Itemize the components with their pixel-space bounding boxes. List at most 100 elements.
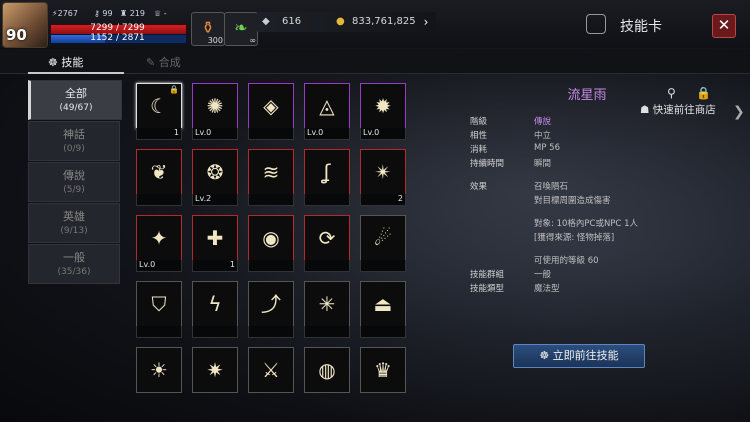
skill-card-frame: ◬ bbox=[304, 83, 350, 129]
skill-card[interactable]: ✹ Lv.0 bbox=[360, 83, 406, 141]
skill-card-info: Lv.0 bbox=[304, 128, 350, 140]
attribute-value: MP 56 bbox=[534, 143, 560, 153]
category-name: 全部 bbox=[65, 87, 87, 100]
lightning-icon: ϟ bbox=[208, 292, 222, 316]
card-level: Lv.2 bbox=[195, 194, 212, 203]
category-legendary[interactable]: 傳說 (5/9) bbox=[28, 162, 120, 202]
skill-card-frame: ⚔ bbox=[248, 347, 294, 393]
skill-card-info bbox=[248, 128, 294, 140]
attribute-key: 階級 bbox=[470, 117, 488, 127]
gold-count: 833,761,825 bbox=[352, 16, 416, 27]
category-count: (49/67) bbox=[59, 103, 93, 113]
tab-skills-label: 技能 bbox=[61, 56, 84, 69]
skill-card-icon bbox=[586, 14, 606, 34]
mask-icon: ☄ bbox=[374, 226, 392, 250]
skill-card[interactable]: ✦ Lv.0 bbox=[136, 215, 182, 273]
potion-slot[interactable]: ⚱ 300 bbox=[191, 12, 225, 46]
hp-text: 7299 / 7299 bbox=[90, 23, 145, 33]
skill-card-frame: ✳ bbox=[304, 281, 350, 327]
gear-burst-icon: ✷ bbox=[206, 358, 224, 382]
skill-card[interactable]: ❂ Lv.2 bbox=[192, 149, 238, 207]
category-count: (5/9) bbox=[63, 185, 85, 195]
leaf-slot[interactable]: ❧ ∞ bbox=[224, 12, 258, 46]
tab-bar: ☸ 技能 ✎ 合成 ☗ 快速前往商店 bbox=[0, 49, 750, 116]
skill-card[interactable]: ✳ bbox=[304, 281, 350, 339]
attribute-value: 傳說 bbox=[534, 117, 552, 127]
skill-card-frame: ✷ bbox=[192, 347, 238, 393]
skill-card-info: Lv.2 bbox=[192, 194, 238, 206]
skill-card-frame: ✹ bbox=[360, 83, 406, 129]
search-icon[interactable]: ⚲ bbox=[667, 86, 676, 100]
attribute-value: 一般 bbox=[534, 270, 552, 280]
resource-expand-button[interactable]: › bbox=[418, 14, 434, 30]
category-all[interactable]: 全部 (49/67) bbox=[28, 80, 122, 120]
skill-card[interactable]: ⚔ bbox=[248, 347, 294, 405]
lock-icon[interactable]: 🔒 bbox=[696, 86, 711, 100]
skill-card-frame: ⏏ bbox=[360, 281, 406, 327]
category-count: (9/13) bbox=[60, 226, 88, 236]
skill-card[interactable]: ⟳ bbox=[304, 215, 350, 273]
skill-card[interactable]: ✺ Lv.0 bbox=[192, 83, 238, 141]
skill-card[interactable]: ◈ bbox=[248, 83, 294, 141]
flame-curl-icon: ʆ bbox=[323, 160, 331, 184]
skill-card-frame: ⛉ bbox=[136, 281, 182, 327]
skill-card-info: Lv.0 bbox=[192, 128, 238, 140]
sun-icon: ☀ bbox=[150, 358, 168, 382]
skill-card[interactable]: ⏏ bbox=[360, 281, 406, 339]
skill-card[interactable]: ♛ bbox=[360, 347, 406, 405]
skill-card-frame: ♛ bbox=[360, 347, 406, 393]
attribute-value: [獲得來源: 怪物掉落] bbox=[534, 233, 615, 243]
attribute-key: 持續時間 bbox=[470, 159, 505, 169]
skill-card[interactable]: ☄ bbox=[360, 215, 406, 273]
side-menu-icon[interactable]: ❯ bbox=[733, 104, 749, 132]
top-bar: 90 ⚡2767 ⚷ 99 ♜ 219 ♕ - 7299 / 7299 1152… bbox=[0, 0, 750, 48]
crystal-count: 616 bbox=[282, 16, 302, 27]
skill-card-frame: ʆ bbox=[304, 149, 350, 195]
skill-card-info bbox=[248, 260, 294, 272]
active-tab-indicator bbox=[28, 72, 124, 74]
card-level: Lv.0 bbox=[139, 260, 156, 269]
card-count: 2 bbox=[397, 194, 403, 203]
skill-tab-icon: ☸ bbox=[48, 56, 62, 69]
category-name: 傳說 bbox=[63, 169, 85, 182]
category-mythic[interactable]: 神話 (0/9) bbox=[28, 121, 120, 161]
tab-synthesis[interactable]: ✎ 合成 bbox=[146, 54, 181, 70]
skill-card[interactable]: ❦ bbox=[136, 149, 182, 207]
skill-card-frame: ✴ bbox=[360, 149, 406, 195]
card-count: 1 bbox=[229, 260, 235, 269]
category-hero[interactable]: 英雄 (9/13) bbox=[28, 203, 120, 243]
skill-card[interactable]: ✴ 2 bbox=[360, 149, 406, 207]
go-to-skill-button[interactable]: ☸ 立即前往技能 bbox=[513, 344, 645, 368]
close-button[interactable]: ✕ bbox=[712, 14, 736, 38]
skill-card-frame: ϟ bbox=[192, 281, 238, 327]
attribute-key: 相性 bbox=[470, 131, 488, 141]
lotus-emblem-icon: ❂ bbox=[206, 160, 224, 184]
skill-card-info bbox=[304, 194, 350, 206]
skill-detail-panel: 流星雨 ⚲ 🔒 階級 傳說 相性 中立 消耗 MP 56 持續時間 瞬間 效果 召喚隕石 對目標周圍… bbox=[462, 78, 722, 378]
skill-card[interactable]: ◉ bbox=[248, 215, 294, 273]
skill-card-frame: ✚ bbox=[192, 215, 238, 261]
tab-skills[interactable]: ☸ 技能 bbox=[48, 54, 83, 70]
skill-card-frame: ✺ bbox=[192, 83, 238, 129]
skill-card-info: Lv.0 bbox=[136, 260, 182, 272]
skill-card[interactable]: ◍ bbox=[304, 347, 350, 405]
skill-card[interactable]: ʆ bbox=[304, 149, 350, 207]
prism-book-icon: ◈ bbox=[263, 94, 279, 118]
skill-card[interactable]: ✷ bbox=[192, 347, 238, 405]
skill-card-frame: ≋ bbox=[248, 149, 294, 195]
category-normal[interactable]: 一般 (35/36) bbox=[28, 244, 120, 284]
skill-card[interactable]: ⛉ bbox=[136, 281, 182, 339]
page-title: 技能卡 bbox=[620, 19, 662, 35]
leaf-count: ∞ bbox=[249, 36, 256, 45]
skill-card-frame: ✦ bbox=[136, 215, 182, 261]
skill-card[interactable]: ✚ 1 bbox=[192, 215, 238, 273]
skill-card[interactable]: ◬ Lv.0 bbox=[304, 83, 350, 141]
gold-coin-icon: ● bbox=[336, 16, 345, 27]
attribute-key: 技能類型 bbox=[470, 284, 505, 294]
attribute-value: 對目標周圍造成傷害 bbox=[534, 196, 611, 206]
skill-card[interactable]: ☾ 🔒 1 bbox=[136, 83, 182, 141]
skill-card[interactable]: ϟ bbox=[192, 281, 238, 339]
skill-card[interactable]: ☀ bbox=[136, 347, 182, 405]
skill-card[interactable]: ≋ bbox=[248, 149, 294, 207]
skill-card[interactable]: ⤴ bbox=[248, 281, 294, 339]
